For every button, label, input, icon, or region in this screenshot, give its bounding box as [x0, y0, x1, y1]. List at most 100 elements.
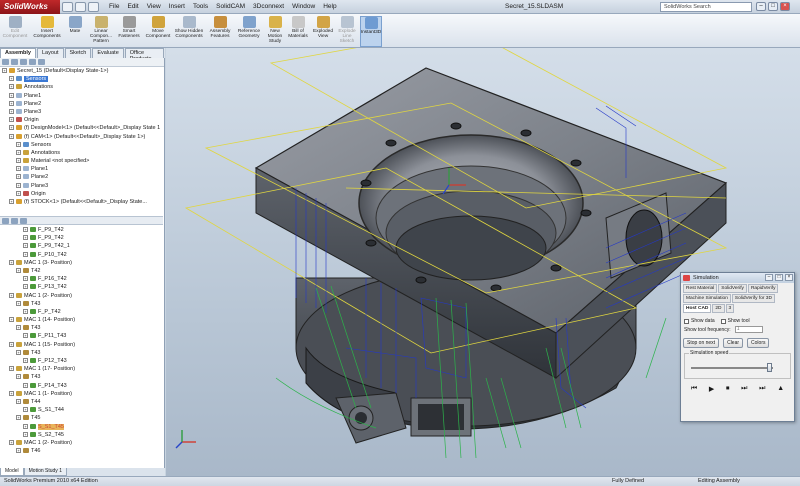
simulation-title-bar[interactable]: Simulation – □ × [681, 273, 794, 283]
tree-item[interactable]: + (f) CAM<1> (Default<<Default>_Display S… [0, 133, 163, 141]
tree-item[interactable]: + Plane3 [0, 182, 163, 190]
expand-toggle-icon[interactable]: + [9, 76, 14, 82]
configuration-manager-icon[interactable] [20, 59, 27, 65]
tree-item[interactable]: + T42 [0, 267, 163, 275]
tree-item[interactable]: + Plane2 [0, 100, 163, 108]
menu-window[interactable]: Window [288, 3, 319, 10]
insert-components-button[interactable]: Insert Components [32, 16, 62, 47]
speed-slider-thumb[interactable] [767, 363, 772, 372]
tab-office-products[interactable]: Office Products [124, 48, 164, 62]
expand-toggle-icon[interactable]: + [9, 92, 14, 98]
tree-item[interactable]: + Annotations [0, 149, 163, 157]
menu-edit[interactable]: Edit [123, 3, 142, 10]
maximize-icon[interactable]: □ [768, 2, 778, 11]
expand-toggle-icon[interactable]: + [16, 166, 21, 172]
step-forward-icon[interactable]: ⏭ [741, 385, 747, 393]
instant3d-button[interactable]: Instant3D [360, 16, 382, 47]
expand-toggle-icon[interactable]: + [2, 68, 7, 74]
show-hidden-button[interactable]: Show Hidden Components [174, 16, 204, 47]
linear-pattern-button[interactable]: Linear Compon... Pattern [88, 16, 114, 47]
show-tool-checkbox[interactable]: Show tool [720, 318, 750, 324]
expand-toggle-icon[interactable]: + [9, 100, 14, 106]
rewind-icon[interactable]: ⏮ [691, 385, 697, 393]
sim-tab-3[interactable]: 3 [725, 304, 735, 313]
motion-study-button[interactable]: New Motion Study [264, 16, 286, 47]
tree-item[interactable]: + F_P9_T42_1 [0, 242, 163, 250]
expand-toggle-icon[interactable]: + [9, 125, 14, 131]
expand-toggle-icon[interactable]: + [16, 415, 21, 421]
eject-icon[interactable]: ▲ [777, 385, 784, 393]
menu-solidcam[interactable]: SolidCAM [212, 3, 249, 10]
menu-insert[interactable]: Insert [165, 3, 189, 10]
expand-toggle-icon[interactable]: + [9, 292, 14, 298]
expand-toggle-icon[interactable]: + [16, 158, 21, 164]
operations-icon[interactable] [20, 217, 27, 224]
tab-model[interactable]: Model [0, 468, 24, 476]
expand-toggle-icon[interactable]: + [16, 182, 21, 188]
edit-component-button[interactable]: Edit Component [2, 16, 28, 47]
reference-geometry-button[interactable]: Reference Geometry [236, 16, 262, 47]
smart-fasteners-button[interactable]: Smart Fasteners [116, 16, 142, 47]
cam-manager-icon[interactable] [2, 217, 9, 224]
close-icon[interactable]: × [780, 2, 790, 11]
expand-toggle-icon[interactable]: + [9, 259, 14, 265]
sim-tab-host-cad[interactable]: Host CAD [683, 304, 712, 313]
tree-item[interactable]: + F_P13_T42 [0, 283, 163, 291]
tree-item[interactable]: + F_P10_T42 [0, 251, 163, 259]
expand-toggle-icon[interactable]: + [9, 108, 14, 114]
stop-icon[interactable]: ⏹ [726, 385, 730, 393]
tree-item[interactable]: + Secret_15 (Default<Display State-1>) [0, 67, 163, 75]
tool-frequency-input[interactable]: 1 [734, 326, 763, 333]
colors-button[interactable]: Colors [747, 338, 770, 348]
expand-toggle-icon[interactable]: + [9, 317, 14, 323]
bill-of-materials-button[interactable]: Bill of Materials [286, 16, 310, 47]
new-icon[interactable] [62, 1, 73, 12]
tree-item[interactable]: + T43 [0, 324, 163, 332]
expand-toggle-icon[interactable]: + [9, 117, 14, 123]
expand-toggle-icon[interactable]: + [16, 349, 21, 355]
tree-item[interactable]: + (f) STOCK<1> (Default<<Default>_Display… [0, 198, 163, 206]
expand-toggle-icon[interactable]: + [16, 374, 21, 380]
expand-toggle-icon[interactable]: + [9, 84, 14, 90]
end-icon[interactable]: ⏭ [759, 385, 765, 393]
expand-toggle-icon[interactable]: + [16, 325, 21, 331]
play-icon[interactable]: ▶ [709, 385, 714, 393]
tree-item[interactable]: + Origin [0, 190, 163, 198]
tree-item[interactable]: + Plane1 [0, 165, 163, 173]
dim-expert-icon[interactable] [29, 59, 36, 65]
solidworks-logo[interactable]: SolidWorks [0, 0, 60, 14]
save-icon[interactable] [88, 1, 99, 12]
expand-toggle-icon[interactable]: + [9, 390, 14, 396]
simulation-window[interactable]: Simulation – □ × Rest Material SolidVerif… [680, 272, 795, 422]
sim-tab-2d[interactable]: 2D [712, 304, 725, 313]
tab-assembly[interactable]: Assembly [0, 48, 36, 58]
tree-item[interactable]: + MAC 1 (15- Position) [0, 341, 163, 349]
speed-slider-track[interactable] [691, 367, 773, 369]
tab-layout[interactable]: Layout [37, 48, 64, 58]
exploded-view-button[interactable]: Exploded View [312, 16, 334, 47]
maximize-icon[interactable]: □ [775, 274, 783, 281]
tree-item[interactable]: + Sensors [0, 141, 163, 149]
tree-item[interactable]: + T45 [0, 414, 163, 422]
tree-item[interactable]: + Annotations [0, 83, 163, 91]
tree-item[interactable]: + S_S1_T45 [0, 423, 163, 431]
expand-toggle-icon[interactable]: + [9, 199, 14, 205]
tree-item[interactable]: + Origin [0, 116, 163, 124]
tree-item[interactable]: + F_P9_T42 [0, 234, 163, 242]
tree-item[interactable]: + Sensors [0, 75, 163, 83]
expand-toggle-icon[interactable]: + [23, 251, 28, 257]
tree-item[interactable]: + F_P14_T43 [0, 382, 163, 390]
expand-toggle-icon[interactable]: + [16, 174, 21, 180]
tree-item[interactable]: + T43 [0, 349, 163, 357]
feature-tree-icon[interactable] [2, 59, 9, 65]
sim-tab-machine-simulation[interactable]: Machine Simulation [683, 294, 731, 303]
tab-sketch[interactable]: Sketch [64, 48, 92, 58]
tree-item[interactable]: + MAC 1 (1- Position) [0, 390, 163, 398]
tree-item[interactable]: + MAC 1 (2- Position) [0, 439, 163, 447]
show-data-checkbox[interactable]: Show data [684, 318, 715, 324]
tree-item[interactable]: + Plane1 [0, 92, 163, 100]
mate-button[interactable]: Mate [64, 16, 86, 47]
expand-toggle-icon[interactable]: + [23, 358, 28, 364]
tree-item[interactable]: + F_P16_T42 [0, 275, 163, 283]
expand-toggle-icon[interactable]: + [9, 133, 14, 139]
